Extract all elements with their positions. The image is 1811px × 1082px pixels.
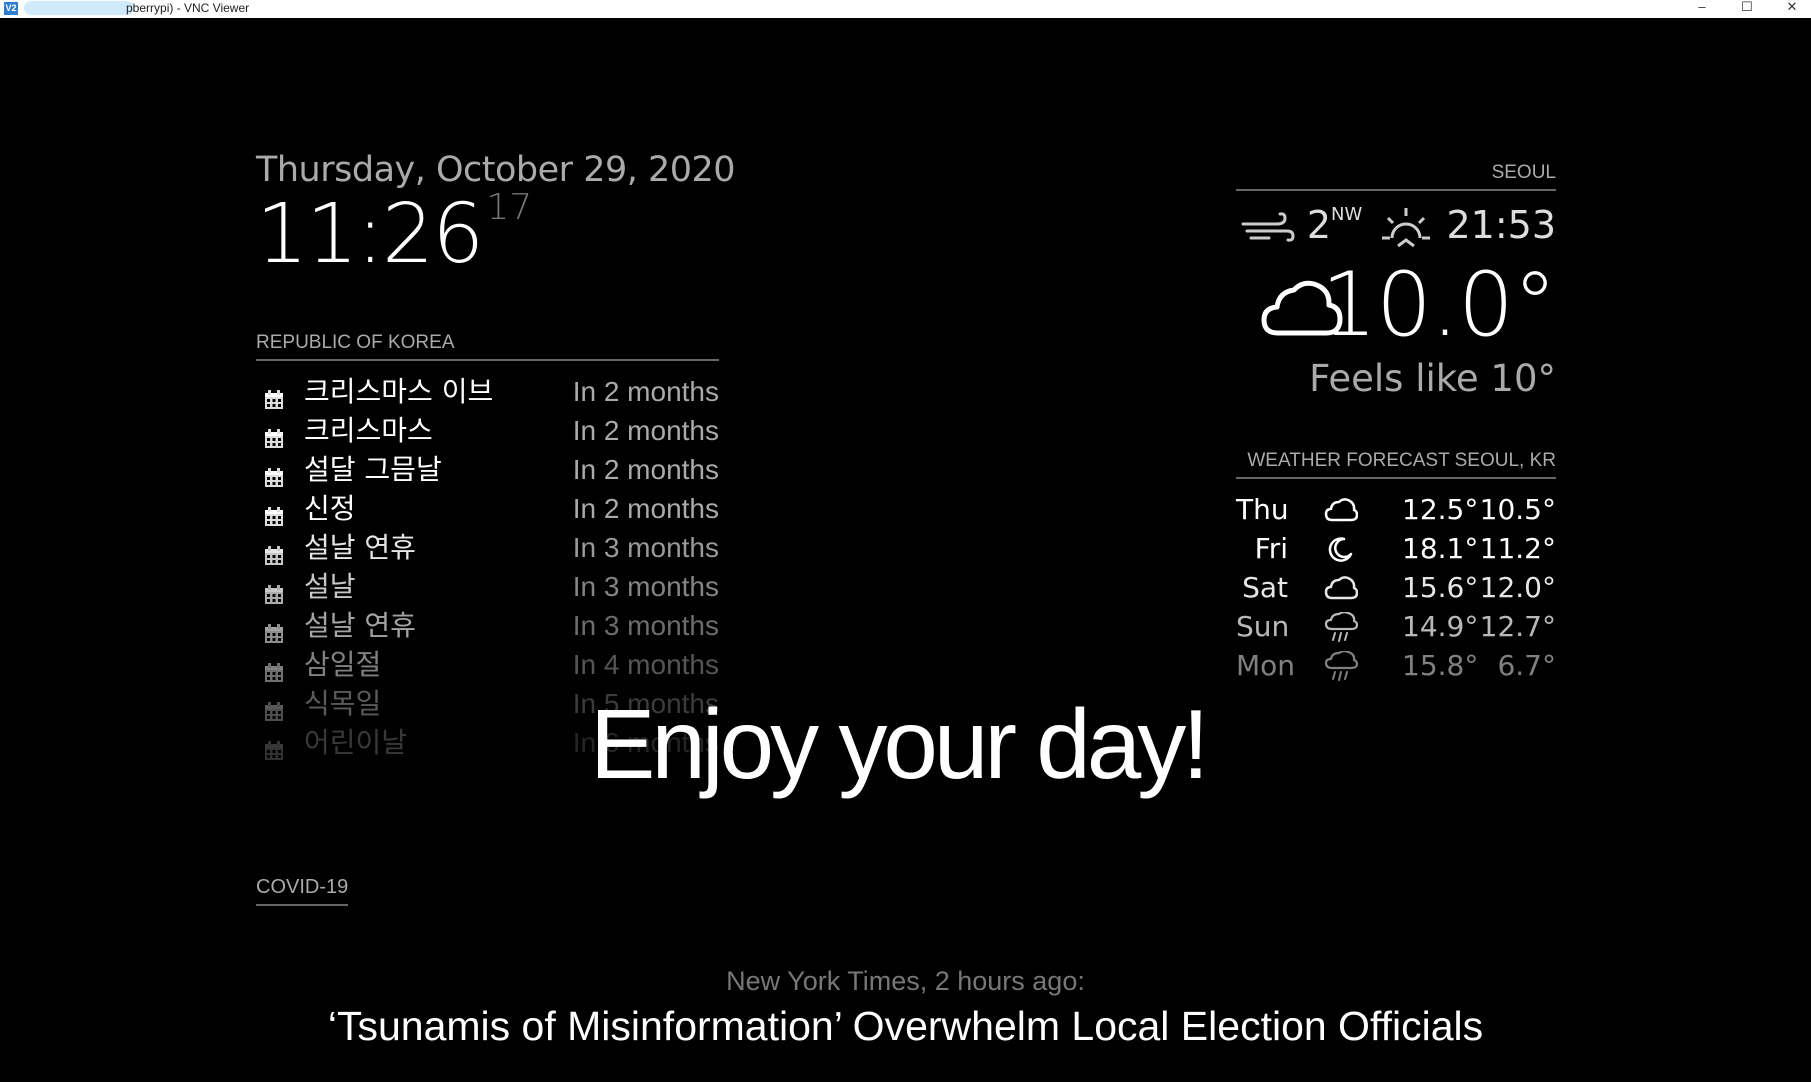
calendar-event-title: 설날: [304, 570, 356, 603]
forecast-min-temp: 12.7°: [1479, 610, 1556, 643]
forecast-row: Sat 15.6° 12.0°: [1236, 569, 1556, 608]
current-temperature: 10.0°: [1321, 253, 1557, 356]
calendar-event-time: In 3 months: [572, 532, 719, 563]
moon-icon: [1324, 534, 1358, 564]
calendar-event-title: 삼일절: [304, 648, 382, 681]
cloud-icon: [1324, 495, 1359, 525]
calendar-event: 신정 In 2 months: [256, 492, 719, 531]
rain-icon: [1324, 611, 1359, 642]
calendar-icon: [264, 540, 284, 565]
forecast-max-temp: 15.8°: [1402, 649, 1479, 682]
sunset-time: 21:53: [1446, 203, 1556, 247]
calendar-event-time: In 3 months: [572, 571, 719, 602]
clock-hours-minutes: 11:26: [256, 187, 484, 282]
window-title: pberrypi) - VNC Viewer: [126, 1, 250, 15]
forecast-list: Thu 12.5° 10.5° Fri 18.1° 11.2° Sat 15.6° 12.0° S…: [1236, 491, 1556, 686]
calendar-event-time: In 2 months: [572, 376, 719, 407]
current-temperature-row: 10.0°: [1236, 253, 1557, 356]
forecast-min-temp: 6.7°: [1497, 649, 1556, 682]
covid-module: COVID-19: [256, 876, 349, 906]
close-button[interactable]: ✕: [1773, 0, 1811, 16]
forecast-day: Sun: [1236, 610, 1290, 643]
forecast-row: Thu 12.5° 10.5°: [1236, 491, 1556, 530]
calendar-event: 삼일절 In 4 months: [256, 648, 719, 687]
calendar-icon: [264, 735, 284, 760]
vnc-title-bar: V2 pberrypi) - VNC Viewer – ☐ ✕: [0, 0, 1811, 18]
news-source: New York Times, 2 hours ago:: [726, 966, 1085, 996]
calendar-event-time: In 4 months: [572, 649, 719, 680]
forecast-max-temp: 18.1°: [1402, 532, 1479, 565]
current-weather-module: SEOUL 2NW 21:53 10.0° Feels like 10°: [1236, 162, 1557, 400]
newsfeed-module: New York Times, 2 hours ago: ‘Tsunamis o…: [0, 966, 1811, 1050]
forecast-row: Sun 14.9° 12.7°: [1236, 608, 1556, 647]
calendar-event-title: 신정: [304, 492, 356, 525]
clock-seconds: 17: [486, 187, 533, 228]
forecast-day: Sat: [1242, 571, 1288, 604]
wind-speed: 2: [1306, 203, 1332, 247]
forecast-row: Fri 18.1° 11.2°: [1236, 530, 1556, 569]
redacted-hostname: [24, 1, 134, 15]
maximize-button[interactable]: ☐: [1728, 0, 1766, 16]
calendar-event: 설날 In 3 months: [256, 570, 719, 609]
covid-header: COVID-19: [256, 876, 349, 906]
forecast-day: Mon: [1236, 649, 1296, 682]
forecast-min-temp: 12.0°: [1479, 571, 1556, 604]
calendar-event-time: In 3 months: [572, 610, 719, 641]
calendar-event: 설날 연휴 In 3 months: [256, 531, 719, 570]
clock-module: Thursday, October 29, 2020 11:26 17: [256, 150, 736, 276]
calendar-event: 크리스마스 이브 In 2 months: [256, 375, 719, 414]
forecast-min-temp: 10.5°: [1479, 493, 1556, 526]
minimize-button[interactable]: –: [1683, 0, 1721, 16]
calendar-icon: [264, 423, 284, 448]
feels-like: Feels like 10°: [1309, 357, 1556, 400]
forecast-max-temp: 14.9°: [1402, 610, 1479, 643]
sunset-icon: [1382, 207, 1431, 247]
forecast-max-temp: 15.6°: [1402, 571, 1479, 604]
calendar-event: 설날 연휴 In 3 months: [256, 609, 719, 648]
calendar-event-title: 크리스마스 이브: [304, 375, 494, 408]
current-weather-header: SEOUL: [1236, 162, 1556, 191]
calendar-icon: [264, 657, 284, 682]
calendar-event-title: 크리스마스: [304, 414, 433, 447]
weather-forecast-module: WEATHER FORECAST SEOUL, KR Thu 12.5° 10.5°…: [1236, 450, 1556, 686]
vnc-app-icon[interactable]: V2: [4, 2, 18, 15]
calendar-event-title: 어린이날: [304, 726, 408, 759]
calendar-event-time: In 2 months: [572, 454, 719, 485]
forecast-min-temp: 11.2°: [1479, 532, 1556, 565]
compliment-text: Enjoy your day!: [590, 689, 1209, 799]
clock-date: Thursday, October 29, 2020: [256, 150, 736, 190]
forecast-day: Thu: [1236, 493, 1289, 526]
calendar-event: 크리스마스 In 2 months: [256, 414, 719, 453]
calendar-event-title: 설날 연휴: [304, 609, 416, 642]
cloud-icon: [1324, 573, 1359, 603]
forecast-row: Mon 15.8° 6.7°: [1236, 647, 1556, 686]
forecast-day: Fri: [1254, 532, 1288, 565]
calendar-event-title: 설날 연휴: [304, 531, 416, 564]
calendar-icon: [264, 462, 284, 487]
calendar-icon: [264, 579, 284, 604]
wind-icon: [1241, 211, 1295, 242]
wind-sunset-row: 2NW 21:53: [1236, 203, 1556, 253]
calendar-icon: [264, 384, 284, 409]
magic-mirror-screen[interactable]: Thursday, October 29, 2020 11:26 17 REPUB…: [0, 18, 1811, 1082]
rain-icon: [1324, 650, 1359, 681]
calendar-event: 설달 그믐날 In 2 months: [256, 453, 719, 492]
calendar-icon: [264, 501, 284, 526]
forecast-header: WEATHER FORECAST SEOUL, KR: [1236, 450, 1556, 479]
wind-direction: NW: [1331, 204, 1363, 226]
clock-time: 11:26 17: [256, 190, 718, 276]
calendar-event-title: 설달 그믐날: [304, 453, 442, 486]
calendar-event-time: In 2 months: [572, 493, 719, 524]
calendar-event-time: In 2 months: [572, 415, 719, 446]
calendar-header: REPUBLIC OF KOREA: [256, 332, 719, 361]
calendar-icon: [264, 696, 284, 721]
forecast-max-temp: 12.5°: [1402, 493, 1479, 526]
calendar-event-title: 식목일: [304, 687, 382, 720]
news-headline: ‘Tsunamis of Misinformation’ Overwhelm L…: [327, 1003, 1484, 1049]
calendar-icon: [264, 618, 284, 643]
